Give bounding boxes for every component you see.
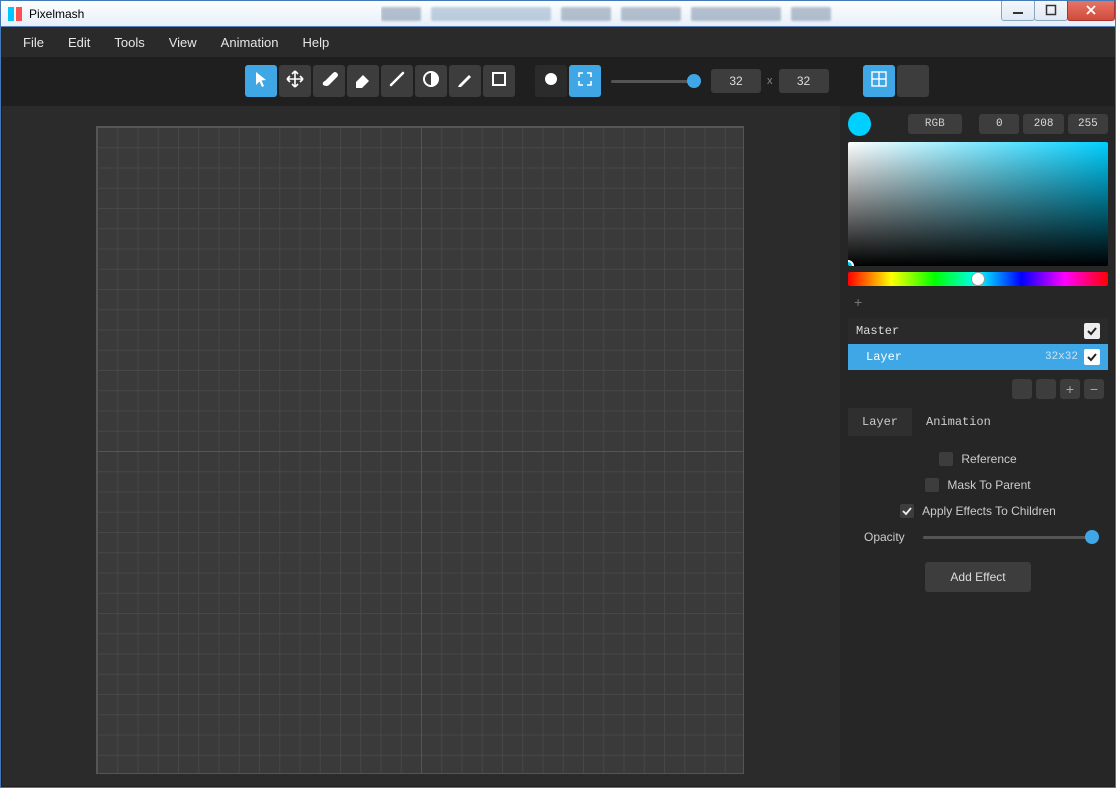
opacity-row: Opacity [862,530,1094,544]
layers-panel: Master Layer 32x32 [848,318,1108,370]
color-g-input[interactable]: 208 [1023,114,1063,134]
pencil-tool[interactable] [449,65,481,97]
tab-layer[interactable]: Layer [848,408,912,436]
grid-button-group [863,65,929,97]
plus-icon: + [854,294,862,310]
layer-visible-checkbox[interactable] [1084,349,1100,365]
reference-row: Reference [862,452,1094,466]
saturation-value-picker[interactable] [848,142,1108,266]
color-r-input[interactable]: 0 [979,114,1019,134]
canvas-viewport[interactable] [2,106,840,786]
grid-settings[interactable] [897,65,929,97]
eyedropper-button[interactable] [875,114,894,134]
menu-view[interactable]: View [157,27,209,57]
brush-tool[interactable] [313,65,345,97]
cursor-icon [251,69,271,94]
applyfx-label: Apply Effects To Children [922,504,1056,518]
canvas-height-input[interactable]: 32 [779,69,829,93]
move-icon [285,69,305,94]
sv-cursor[interactable] [848,260,854,266]
property-tabs: Layer Animation [848,408,1108,436]
tab-animation[interactable]: Animation [912,408,1005,436]
rect-tool[interactable] [483,65,515,97]
rect-icon [489,69,509,94]
pixel-canvas[interactable] [96,126,744,774]
shape-group [535,65,601,97]
size-slider[interactable] [611,80,701,83]
dimension-separator: x [767,75,773,87]
menu-edit[interactable]: Edit [56,27,102,57]
eraser-icon [353,69,373,94]
mask-label: Mask To Parent [947,478,1030,492]
eraser-tool[interactable] [347,65,379,97]
tool-group [245,65,515,97]
grid-icon [869,69,889,94]
color-b-input[interactable]: 255 [1068,114,1108,134]
layer-add-button[interactable]: + [1060,379,1080,399]
select-tool[interactable] [245,65,277,97]
master-layer-row[interactable]: Master [848,318,1108,344]
opacity-label: Opacity [864,530,905,544]
layer-center-button[interactable] [1036,379,1056,399]
menu-animation[interactable]: Animation [209,27,291,57]
circle-icon [541,69,561,94]
layer-properties: Reference Mask To Parent Apply Effects T… [848,442,1108,602]
menu-file[interactable]: File [11,27,56,57]
layer-dimensions: 32x32 [1045,351,1078,363]
line-icon [387,69,407,94]
slider-thumb[interactable] [687,74,701,88]
applyfx-row: Apply Effects To Children [862,504,1094,518]
layer-remove-button[interactable]: − [1084,379,1104,399]
layer-duplicate-button[interactable] [1012,379,1032,399]
fit-icon [575,69,595,94]
reference-checkbox[interactable] [939,452,953,466]
close-button[interactable] [1067,1,1115,21]
fill-tool[interactable] [415,65,447,97]
color-mode-select[interactable]: RGB [908,114,962,134]
titlebar[interactable]: Pixelmash [1,1,1115,27]
mask-row: Mask To Parent [862,478,1094,492]
minimize-button[interactable] [1001,1,1035,21]
reference-label: Reference [961,452,1016,466]
app-icon [7,6,23,22]
titlebar-background-noise [381,1,941,27]
current-color-swatch[interactable] [848,112,871,136]
app-window: Pixelmash File Edit Tools View Animatio [0,0,1116,788]
canvas-width-input[interactable]: 32 [711,69,761,93]
mask-checkbox[interactable] [925,478,939,492]
canvas-dimensions: 32 x 32 [711,69,829,93]
layer-name: Layer [866,350,902,364]
minus-icon: − [1090,381,1098,397]
toolbar: 32 x 32 [1,57,1115,105]
add-swatch-button[interactable]: + [848,292,1108,312]
maximize-button[interactable] [1034,1,1068,21]
circle-shape[interactable] [535,65,567,97]
brush-icon [319,69,339,94]
side-panel: RGB 0 208 255 + Master Layer [840,106,1114,786]
bucket-icon [421,69,441,94]
menubar: File Edit Tools View Animation Help [1,27,1115,57]
window-buttons [1002,1,1115,21]
move-tool[interactable] [279,65,311,97]
menu-tools[interactable]: Tools [102,27,156,57]
grid-toggle[interactable] [863,65,895,97]
color-header-row: RGB 0 208 255 [848,112,1108,136]
pencil-icon [455,69,475,94]
menu-help[interactable]: Help [290,27,341,57]
layer-tools-row: + − [848,376,1108,402]
opacity-thumb[interactable] [1085,530,1099,544]
master-visible-checkbox[interactable] [1084,323,1100,339]
hue-slider[interactable] [848,272,1108,286]
applyfx-checkbox[interactable] [900,504,914,518]
opacity-slider[interactable] [923,536,1092,539]
add-effect-button[interactable]: Add Effect [925,562,1031,592]
master-label: Master [856,324,899,338]
fit-shape[interactable] [569,65,601,97]
hue-cursor[interactable] [971,272,985,286]
workarea: RGB 0 208 255 + Master Layer [2,106,1114,786]
plus-icon: + [1066,381,1074,397]
layer-row-selected[interactable]: Layer 32x32 [848,344,1108,370]
line-tool[interactable] [381,65,413,97]
